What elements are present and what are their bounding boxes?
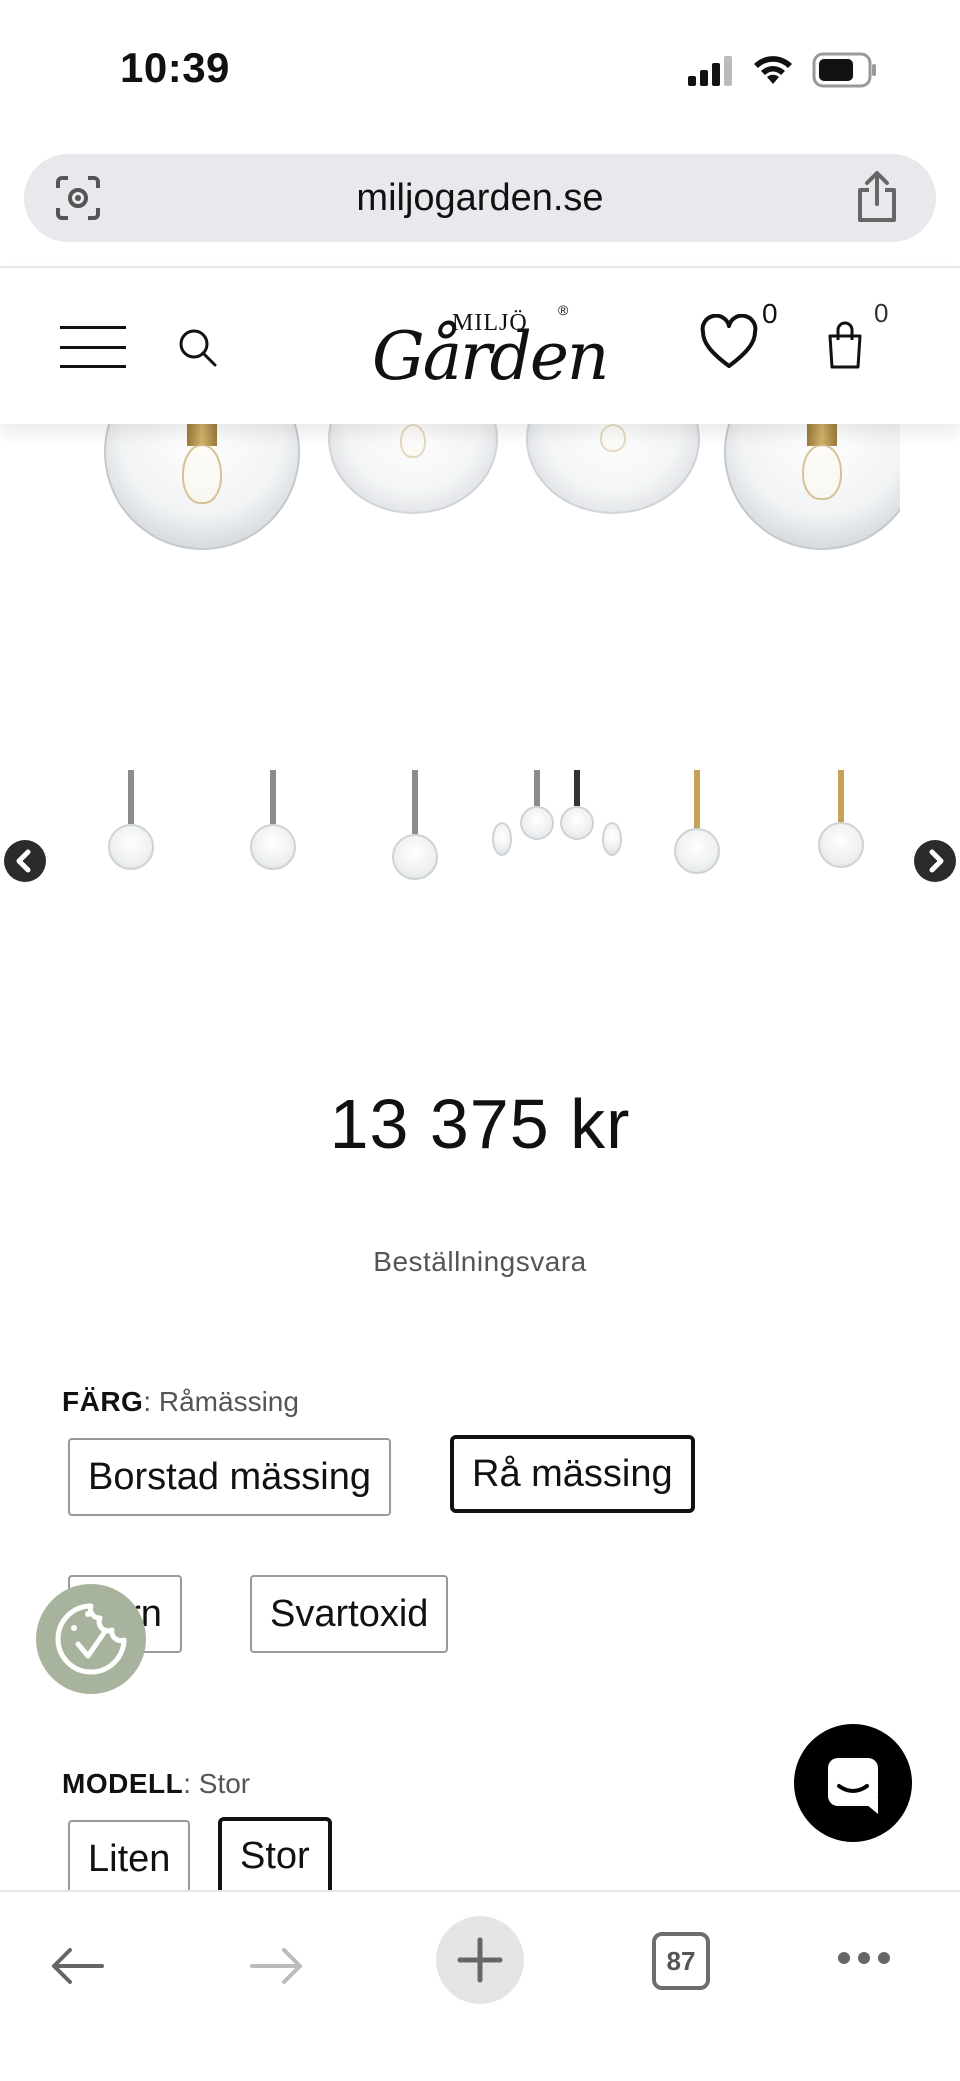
chevron-right-icon	[929, 849, 944, 873]
color-selected-value: Råmässing	[158, 1386, 299, 1417]
availability-status: Beställningsvara	[373, 1246, 587, 1277]
color-option-label: FÄRG: Råmässing	[62, 1386, 299, 1417]
image-edge	[900, 424, 960, 614]
color-label-title: FÄRG	[62, 1386, 144, 1417]
url-text[interactable]: miljogarden.se	[24, 154, 936, 242]
share-icon[interactable]	[852, 170, 902, 224]
heart-icon[interactable]	[700, 314, 758, 372]
menu-icon[interactable]	[60, 324, 126, 370]
logo-registered-mark: ®	[558, 302, 569, 318]
color-option-svartoxid[interactable]: Svartoxid	[250, 1575, 449, 1653]
model-label-title: MODELL	[62, 1768, 184, 1799]
bulb	[400, 424, 426, 458]
thumbnail-pendant-group[interactable]	[492, 770, 622, 880]
bag-icon[interactable]	[826, 320, 864, 370]
color-option-borstad-massing[interactable]: Borstad mässing	[68, 1438, 392, 1516]
thumbnail-steel-pendant[interactable]	[228, 770, 318, 880]
brass-stem	[807, 424, 837, 446]
thumbnail-brass-pendant[interactable]	[652, 770, 742, 880]
new-tab-button[interactable]	[436, 1916, 524, 2004]
wifi-icon	[754, 56, 792, 84]
cookie-settings-button[interactable]	[36, 1584, 146, 1694]
thumbnail-brass-pendant[interactable]	[796, 770, 886, 880]
logo-script-text: Gården	[372, 318, 609, 395]
chat-icon	[828, 1758, 878, 1814]
chevron-left-icon	[16, 849, 31, 873]
carousel-prev-button[interactable]	[4, 840, 46, 882]
chat-button[interactable]	[794, 1724, 912, 1842]
search-icon[interactable]	[176, 326, 218, 368]
browser-toolbar: 87	[0, 1890, 960, 2081]
color-option-ra-massing[interactable]: Rå mässing	[450, 1435, 695, 1513]
carousel-next-button[interactable]	[914, 840, 956, 882]
back-arrow-icon[interactable]	[50, 1946, 104, 1986]
product-main-image[interactable]	[0, 424, 960, 614]
forward-arrow-icon[interactable]	[250, 1946, 304, 1986]
thumbnail-steel-pendant[interactable]	[370, 770, 460, 880]
cart-count: 0	[874, 298, 889, 328]
tab-switcher-button[interactable]: 87	[652, 1932, 710, 1990]
brass-stem	[187, 424, 217, 446]
address-bar[interactable]: miljogarden.se	[24, 154, 936, 242]
site-header: MILJÖ ® Gården 0 0	[0, 266, 960, 424]
product-price: 13 375 kr	[329, 1085, 631, 1163]
plus-icon	[457, 1937, 503, 1983]
bulb	[600, 424, 626, 452]
bulb	[802, 444, 842, 500]
site-logo[interactable]: MILJÖ ® Gården	[372, 296, 609, 396]
status-time: 10:39	[120, 44, 230, 91]
more-options-icon[interactable]	[836, 1950, 892, 1966]
cellular-signal-icon	[688, 56, 732, 86]
cookie-icon	[55, 1603, 127, 1675]
battery-icon	[812, 52, 876, 88]
wishlist-count: 0	[762, 298, 778, 329]
model-option-label: MODELL: Stor	[62, 1768, 251, 1799]
bulb	[182, 444, 222, 504]
thumbnail-steel-pendant[interactable]	[86, 770, 176, 880]
model-selected-value: Stor	[198, 1768, 251, 1799]
